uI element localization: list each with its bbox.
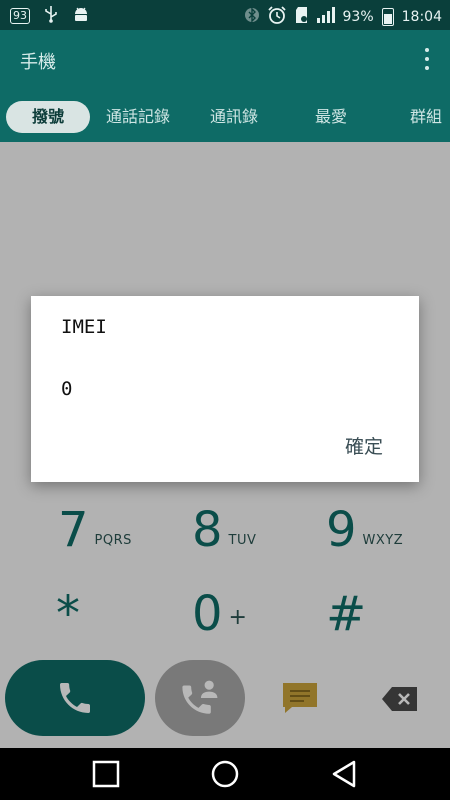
sd-card-icon <box>295 6 309 28</box>
imei-dialog: IMEI 0 確定 <box>31 296 419 482</box>
alarm-icon <box>267 5 287 29</box>
notification-93-icon: 93 <box>10 8 30 24</box>
tab-bar: 撥號 通話記錄 通訊錄 最愛 群組 <box>0 90 450 142</box>
recents-icon <box>92 760 120 788</box>
overflow-menu-icon[interactable] <box>424 48 430 72</box>
home-icon <box>211 760 239 788</box>
usb-icon <box>44 5 58 27</box>
tab-dialer[interactable]: 撥號 <box>6 101 90 133</box>
back-button[interactable] <box>330 760 360 788</box>
battery-icon <box>381 8 394 26</box>
dialog-title: IMEI <box>61 316 107 338</box>
status-bar-right: 93% 18:04 <box>244 5 442 29</box>
bluetooth-icon <box>244 6 259 28</box>
tab-contacts[interactable]: 通訊錄 <box>210 101 258 133</box>
app-title: 手機 <box>20 52 56 73</box>
tab-call-log[interactable]: 通話記錄 <box>106 101 170 133</box>
signal-icon <box>316 7 335 27</box>
recents-button[interactable] <box>92 760 122 788</box>
ok-button[interactable]: 確定 <box>345 432 383 459</box>
battery-percent: 93% <box>342 9 374 25</box>
home-button[interactable] <box>210 760 240 788</box>
tab-groups[interactable]: 群組 <box>410 101 442 133</box>
status-bar: 93 93% 18:04 <box>0 0 450 30</box>
android-icon <box>72 5 90 27</box>
dialog-value: 0 <box>61 378 73 400</box>
tab-favorites[interactable]: 最愛 <box>315 101 347 133</box>
clock: 18:04 <box>401 9 442 25</box>
navigation-bar <box>0 748 450 800</box>
app-bar: 手機 <box>0 30 450 90</box>
status-bar-left: 93 <box>10 5 90 27</box>
back-icon <box>332 760 356 788</box>
